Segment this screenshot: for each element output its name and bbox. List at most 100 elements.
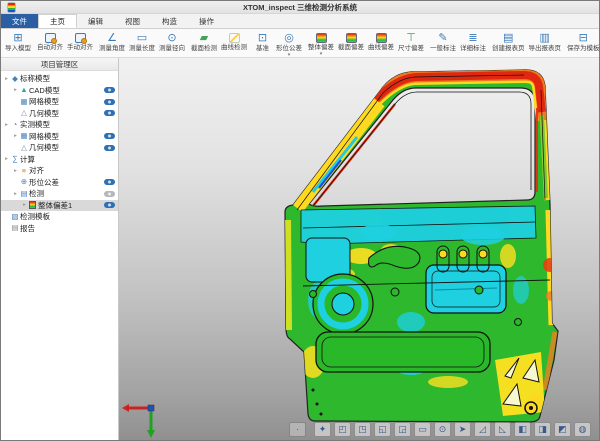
auto-align-label: 自动对齐 [37, 44, 63, 52]
measure-radial-icon: ⊙ [167, 32, 176, 44]
rotate-button[interactable]: ➤ [454, 422, 471, 437]
dimension-deviation-label: 尺寸偏差 [398, 45, 424, 53]
detail-annotation-button[interactable]: ≣详细标注 [458, 30, 488, 56]
measure-angle-icon: ∠ [107, 32, 117, 44]
expander-icon[interactable]: ▸ [12, 168, 19, 174]
tree-item-label: 检测 [29, 188, 104, 199]
ribbon-group: ⊟保存为模板⊞导入模板模板检测 [565, 30, 599, 56]
export-report-button[interactable]: ▥导出报表页 [527, 30, 564, 56]
view-right-button[interactable]: ◲ [394, 422, 411, 437]
import-model-button[interactable]: ⊞导入模型 [3, 30, 33, 56]
tree-item-检测[interactable]: ▸▤检测 [1, 188, 118, 200]
app-window: XTOM_inspect 三维检测分析系统 文件主页编辑视图构造操作 ⊞导入模型… [0, 0, 600, 441]
section-inspect-button[interactable]: ▰截面检测 [189, 30, 219, 56]
tree-item-报告[interactable]: ▤报告 [1, 223, 118, 235]
view-left-button[interactable]: ◱ [374, 422, 391, 437]
expander-icon[interactable]: ▸ [3, 156, 10, 162]
tree-item-几何模型[interactable]: △几何模型 [1, 142, 118, 154]
tree-node-icon: ◆ [10, 74, 20, 84]
visibility-eye-icon[interactable] [104, 133, 115, 139]
curve-deviation-button[interactable]: 曲线偏差 [366, 30, 396, 56]
tree-item-label: 网格模型 [29, 96, 104, 107]
datum-label: 基准 [256, 45, 269, 53]
tree-item-对齐[interactable]: ▸≡对齐 [1, 165, 118, 177]
view-iso-button[interactable]: ◨ [534, 422, 551, 437]
zoom-in-button[interactable]: ◿ [474, 422, 491, 437]
tree-item-实测模型[interactable]: ▸◔实测模型 [1, 119, 118, 131]
tree-item-label: 报告 [20, 223, 115, 234]
curve-inspect-button[interactable]: 曲线检测 [219, 30, 249, 56]
curve-deviation-icon [376, 33, 387, 43]
view-back-button[interactable]: ◳ [354, 422, 371, 437]
gdt-icon: ◎ [284, 32, 294, 44]
general-annotation-button[interactable]: ✎一般标注 [428, 30, 458, 56]
import-model-label: 导入模型 [5, 45, 31, 53]
manual-align-label: 手动对齐 [67, 44, 93, 52]
tab-视图[interactable]: 视图 [114, 14, 151, 28]
expander-icon[interactable]: ▸ [12, 133, 19, 139]
auto-align-button[interactable]: 自动对齐 [35, 30, 65, 56]
expander-icon[interactable]: ▸ [3, 76, 10, 82]
tree-item-CAD模型[interactable]: ▸▲CAD模型 [1, 85, 118, 97]
marker-button[interactable]: · [289, 422, 306, 437]
save-template-icon: ⊟ [579, 32, 588, 44]
projection-button[interactable]: ◍ [574, 422, 591, 437]
tree-item-网格模型[interactable]: ▸▦网格模型 [1, 131, 118, 143]
visibility-eye-icon[interactable] [104, 179, 115, 185]
detail-annotation-icon: ≣ [468, 32, 477, 44]
tree-item-计算[interactable]: ▸∑计算 [1, 154, 118, 166]
tree-item-几何模型[interactable]: △几何模型 [1, 108, 118, 120]
visibility-eye-icon[interactable] [104, 202, 115, 208]
tree-node-icon: △ [19, 108, 29, 118]
expander-icon[interactable]: ▸ [21, 202, 28, 208]
box-select-button[interactable]: ▭ [414, 422, 431, 437]
tab-文件[interactable]: 文件 [1, 14, 38, 28]
export-report-label: 导出报表页 [529, 45, 562, 53]
datum-button[interactable]: ⊡基准 [251, 30, 274, 56]
visibility-eye-icon[interactable] [104, 87, 115, 93]
overall-deviation-button[interactable]: 整体偏差▾ [306, 30, 336, 56]
tree-item-label: 几何模型 [29, 142, 104, 153]
tree-node-icon: ▤ [10, 223, 20, 233]
view-fit-button[interactable]: ◧ [514, 422, 531, 437]
zoom-out-button[interactable]: ◺ [494, 422, 511, 437]
display-mode-button[interactable]: ✦ [314, 422, 331, 437]
measure-radial-button[interactable]: ⊙测量径向 [157, 30, 187, 56]
expander-icon[interactable]: ▸ [12, 191, 19, 197]
dimension-deviation-button[interactable]: ⊤尺寸偏差 [396, 30, 426, 56]
tree-item-标称模型[interactable]: ▸◆标称模型 [1, 73, 118, 85]
save-template-button[interactable]: ⊟保存为模板 [565, 30, 599, 56]
ribbon-group: ▰截面检测曲线检测 [189, 30, 249, 56]
visibility-eye-icon[interactable] [104, 191, 115, 197]
sidebar-header: 项目管理区 [1, 58, 118, 71]
tree-item-网格模型[interactable]: ▦网格模型 [1, 96, 118, 108]
expander-icon[interactable]: ▸ [12, 87, 19, 93]
zoom-window-button[interactable]: ⊙ [434, 422, 451, 437]
menu-tabbar: 文件主页编辑视图构造操作 [1, 14, 599, 29]
tree-item-形位公差[interactable]: ⊕形位公差 [1, 177, 118, 189]
tree-item-label: 计算 [20, 154, 115, 165]
tree-item-检测模板[interactable]: ▧检测模板 [1, 211, 118, 223]
viewport-3d[interactable]: · ✦◰◳◱◲▭⊙➤◿◺◧◨◩◍ [119, 58, 600, 441]
section-deviation-button[interactable]: 截面偏差 [336, 30, 366, 56]
visibility-eye-icon[interactable] [104, 99, 115, 105]
ribbon-group: 整体偏差▾截面偏差曲线偏差⊤尺寸偏差 [306, 30, 426, 56]
tab-label: 编辑 [88, 16, 103, 27]
gdt-button[interactable]: ◎形位公差▾ [274, 30, 304, 56]
tab-操作[interactable]: 操作 [188, 14, 225, 28]
tab-构造[interactable]: 构造 [151, 14, 188, 28]
tab-主页[interactable]: 主页 [38, 14, 77, 28]
chevron-down-icon: ▾ [320, 52, 323, 56]
tab-编辑[interactable]: 编辑 [77, 14, 114, 28]
expander-icon[interactable]: ▸ [3, 122, 10, 128]
visibility-eye-icon[interactable] [104, 110, 115, 116]
visibility-eye-icon[interactable] [104, 145, 115, 151]
manual-align-button[interactable]: 手动对齐 [65, 30, 95, 56]
tree-item-整体偏差1[interactable]: ▸整体偏差1 [1, 200, 118, 212]
tree-node-icon: ⊕ [19, 177, 29, 187]
view-front-button[interactable]: ◰ [334, 422, 351, 437]
view-plane-button[interactable]: ◩ [554, 422, 571, 437]
create-report-button[interactable]: ▤创建报表页 [490, 30, 527, 56]
measure-length-button[interactable]: ▭测量长度 [127, 30, 157, 56]
measure-angle-button[interactable]: ∠测量角度 [97, 30, 127, 56]
